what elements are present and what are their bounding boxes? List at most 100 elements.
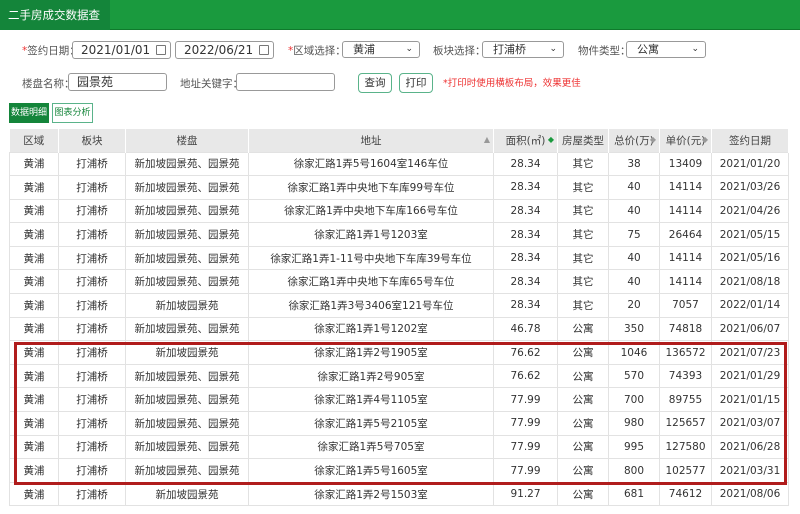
cell-estate: 新加坡园景苑、园景苑 xyxy=(125,175,249,200)
district-label: *区域选择： xyxy=(288,45,346,57)
block-select[interactable]: 打浦桥 ⌄ xyxy=(482,41,564,58)
cell-area: 28.34 xyxy=(493,198,558,224)
cell-block: 打浦桥 xyxy=(58,269,126,295)
cell-unit-price: 14114 xyxy=(659,198,712,224)
sort-icon[interactable]: ◆ xyxy=(650,135,656,144)
cell-type: 其它 xyxy=(557,198,609,224)
cell-block: 打浦桥 xyxy=(58,387,126,413)
cell-type: 公寓 xyxy=(557,363,609,389)
cell-type: 公寓 xyxy=(557,387,609,413)
print-button[interactable]: 打印 xyxy=(399,73,433,93)
cell-block: 打浦桥 xyxy=(58,340,126,365)
cell-address: 徐家汇路1弄5号1605室 xyxy=(248,458,494,483)
cell-total-price: 40 xyxy=(608,198,660,224)
cell-type: 其它 xyxy=(557,269,609,295)
cell-district: 黄浦 xyxy=(9,434,59,460)
table-row: 黄浦 打浦桥 新加坡园景苑、园景苑 徐家汇路1弄5号2105室 77.99 公寓 980 12… xyxy=(9,411,789,436)
cell-estate: 新加坡园景苑、园景苑 xyxy=(125,458,249,483)
tab-data-detail[interactable]: 数据明细 xyxy=(9,103,49,123)
tab-chart-analysis[interactable]: 图表分析 xyxy=(52,103,93,123)
cell-area: 28.34 xyxy=(493,293,558,318)
cell-area: 28.34 xyxy=(493,175,558,200)
sort-icon[interactable]: ▲ xyxy=(484,135,490,144)
cell-date: 2021/08/18 xyxy=(711,269,789,295)
cell-total-price: 800 xyxy=(608,458,660,483)
cell-estate: 新加坡园景苑、园景苑 xyxy=(125,316,249,342)
cell-unit-price: 13409 xyxy=(659,151,712,177)
sort-icon[interactable]: ◆ xyxy=(548,135,554,144)
col-district: 区域 xyxy=(9,129,59,152)
cell-unit-price: 102577 xyxy=(659,458,712,483)
col-area[interactable]: 面积(㎡) ◆ xyxy=(493,129,558,152)
cell-date: 2021/01/15 xyxy=(711,387,789,413)
cell-date: 2021/04/26 xyxy=(711,198,789,224)
cell-area: 76.62 xyxy=(493,363,558,389)
cell-area: 77.99 xyxy=(493,411,558,436)
cell-total-price: 1046 xyxy=(608,340,660,365)
chevron-down-icon: ⌄ xyxy=(405,44,413,54)
cell-address: 徐家汇路1弄2号905室 xyxy=(248,363,494,389)
cell-unit-price: 136572 xyxy=(659,340,712,365)
col-unit-price[interactable]: 单价(元) ◆ xyxy=(659,129,712,152)
cell-district: 黄浦 xyxy=(9,340,59,365)
address-input[interactable] xyxy=(236,73,335,91)
query-button[interactable]: 查询 xyxy=(358,73,392,93)
cell-block: 打浦桥 xyxy=(58,481,126,507)
district-select[interactable]: 黄浦 ⌄ xyxy=(342,41,420,58)
cell-area: 77.99 xyxy=(493,434,558,460)
col-address[interactable]: 地址 ▲ xyxy=(248,129,494,152)
col-date: 签约日期 xyxy=(711,129,789,152)
table-row: 黄浦 打浦桥 新加坡园景苑、园景苑 徐家汇路1弄1号1203室 28.34 其它 75 264… xyxy=(9,222,789,247)
cell-unit-price: 127580 xyxy=(659,434,712,460)
cell-area: 77.99 xyxy=(493,387,558,413)
date-from-input[interactable]: 2021/01/01 xyxy=(72,41,171,59)
cell-block: 打浦桥 xyxy=(58,434,126,460)
table-row: 黄浦 打浦桥 新加坡园景苑、园景苑 徐家汇路1弄5号1605室 77.99 公寓 800 10… xyxy=(9,458,789,483)
cell-address: 徐家汇路1弄5号705室 xyxy=(248,434,494,460)
cell-type: 其它 xyxy=(557,175,609,200)
cell-type: 其它 xyxy=(557,151,609,177)
col-total-price-label: 总价(万) xyxy=(614,134,654,147)
cell-date: 2021/07/23 xyxy=(711,340,789,365)
cell-date: 2021/05/16 xyxy=(711,245,789,271)
cell-district: 黄浦 xyxy=(9,387,59,413)
cell-district: 黄浦 xyxy=(9,151,59,177)
cell-area: 28.34 xyxy=(493,151,558,177)
cell-block: 打浦桥 xyxy=(58,151,126,177)
table-row: 黄浦 打浦桥 新加坡园景苑、园景苑 徐家汇路1弄5号1604室146车位 28.34 其它… xyxy=(9,151,789,177)
cell-unit-price: 7057 xyxy=(659,293,712,318)
col-estate: 楼盘 xyxy=(125,129,249,152)
col-area-label: 面积(㎡) xyxy=(505,134,546,147)
sort-icon[interactable]: ◆ xyxy=(702,135,708,144)
cell-type: 公寓 xyxy=(557,481,609,507)
type-select[interactable]: 公寓 ⌄ xyxy=(626,41,706,58)
col-block: 板块 xyxy=(58,129,126,152)
col-unit-price-label: 单价(元) xyxy=(665,134,706,147)
cell-estate: 新加坡园景苑、园景苑 xyxy=(125,245,249,271)
cell-district: 黄浦 xyxy=(9,316,59,342)
cell-address: 徐家汇路1弄3号3406室121号车位 xyxy=(248,293,494,318)
cell-address: 徐家汇路1弄2号1503室 xyxy=(248,481,494,507)
calendar-icon[interactable] xyxy=(259,45,269,55)
estate-input[interactable]: 园景苑 xyxy=(68,73,167,91)
cell-total-price: 681 xyxy=(608,481,660,507)
date-to-input[interactable]: 2022/06/21 xyxy=(175,41,274,59)
cell-unit-price: 89755 xyxy=(659,387,712,413)
cell-address: 徐家汇路1弄4号1105室 xyxy=(248,387,494,413)
cell-block: 打浦桥 xyxy=(58,458,126,483)
table-row: 黄浦 打浦桥 新加坡园景苑 徐家汇路1弄3号3406室121号车位 28.34 其它 20 7… xyxy=(9,293,789,318)
col-total-price[interactable]: 总价(万) ◆ xyxy=(608,129,660,152)
cell-district: 黄浦 xyxy=(9,175,59,200)
cell-address: 徐家汇路1弄5号2105室 xyxy=(248,411,494,436)
cell-address: 徐家汇路1弄中央地下车库65号车位 xyxy=(248,269,494,295)
calendar-icon[interactable] xyxy=(156,45,166,55)
cell-estate: 新加坡园景苑、园景苑 xyxy=(125,222,249,247)
cell-total-price: 700 xyxy=(608,387,660,413)
cell-type: 其它 xyxy=(557,293,609,318)
cell-estate: 新加坡园景苑、园景苑 xyxy=(125,434,249,460)
cell-type: 公寓 xyxy=(557,458,609,483)
cell-area: 28.34 xyxy=(493,269,558,295)
cell-total-price: 20 xyxy=(608,293,660,318)
cell-unit-price: 14114 xyxy=(659,175,712,200)
cell-area: 28.34 xyxy=(493,245,558,271)
